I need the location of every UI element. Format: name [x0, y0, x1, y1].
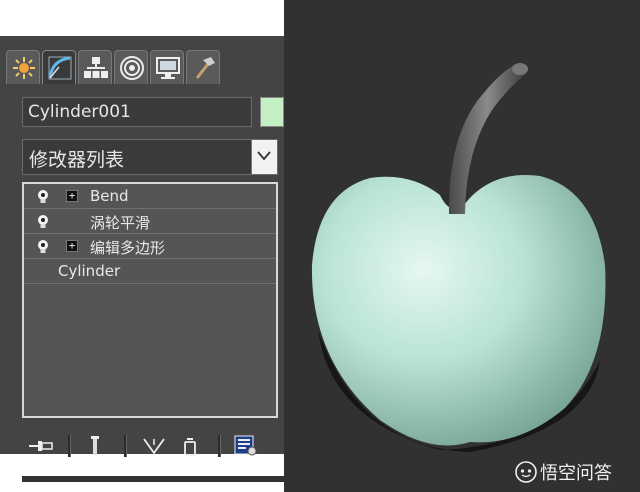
expand-toggle[interactable]: +: [66, 190, 78, 202]
stack-item-label: 编辑多边形: [90, 239, 166, 257]
toolbar-separator: [218, 435, 221, 457]
pin-stack-icon[interactable]: [28, 435, 54, 457]
object-color-swatch[interactable]: [260, 97, 284, 127]
show-end-result-icon[interactable]: [88, 435, 102, 457]
modifier-stack: + Bend 涡轮平滑 + 编辑多边形 Cylinder: [22, 182, 278, 418]
dropdown-button[interactable]: [251, 140, 277, 174]
modifier-list-dropdown[interactable]: 修改器列表: [22, 139, 278, 175]
configure-modifier-sets-icon[interactable]: [234, 435, 258, 457]
stack-item-label: 涡轮平滑: [90, 214, 151, 232]
stack-item-turbosmooth[interactable]: 涡轮平滑: [24, 209, 276, 234]
tab-modify[interactable]: [42, 50, 76, 84]
stack-item-cylinder[interactable]: Cylinder: [24, 259, 276, 284]
lightbulb-icon[interactable]: [36, 214, 50, 230]
expand-toggle[interactable]: +: [66, 240, 78, 252]
lightbulb-icon[interactable]: [36, 239, 50, 255]
display-monitor-icon: [156, 57, 180, 79]
motion-target-icon: [120, 56, 144, 80]
object-name-field[interactable]: Cylinder001: [22, 97, 252, 127]
toolbar-separator: [124, 435, 127, 457]
stack-item-bend[interactable]: + Bend: [24, 184, 276, 209]
modify-arc-icon: [48, 56, 72, 80]
hierarchy-icon: [84, 57, 108, 78]
tab-utilities[interactable]: [186, 50, 220, 84]
lightbulb-icon[interactable]: [36, 189, 50, 205]
modifier-list-label: 修改器列表: [29, 149, 125, 171]
chevron-down-icon: [257, 151, 271, 161]
tab-display[interactable]: [150, 50, 184, 84]
watermark-text: 悟空问答: [540, 463, 612, 484]
tab-create[interactable]: [6, 50, 40, 84]
stack-item-label: Cylinder: [58, 262, 121, 280]
toolbar-separator: [68, 435, 71, 457]
create-sun-icon: [13, 57, 35, 79]
panel-bottom-bar: [22, 476, 284, 482]
tab-hierarchy[interactable]: [78, 50, 112, 84]
stack-item-edit-poly[interactable]: + 编辑多边形: [24, 234, 276, 259]
apple-model: [311, 63, 606, 452]
wukong-icon: [515, 461, 537, 483]
utilities-hammer-icon: [195, 57, 215, 79]
viewport[interactable]: 悟空问答: [284, 0, 640, 492]
stack-toolbar: [22, 429, 278, 463]
tab-motion[interactable]: [114, 50, 148, 84]
command-panel: Cylinder001 修改器列表 + Bend 涡轮平滑 + 编辑多边形 Cy…: [0, 36, 285, 482]
remove-modifier-icon[interactable]: [182, 435, 198, 457]
stack-item-label: Bend: [90, 187, 129, 205]
make-unique-icon[interactable]: [142, 435, 166, 457]
